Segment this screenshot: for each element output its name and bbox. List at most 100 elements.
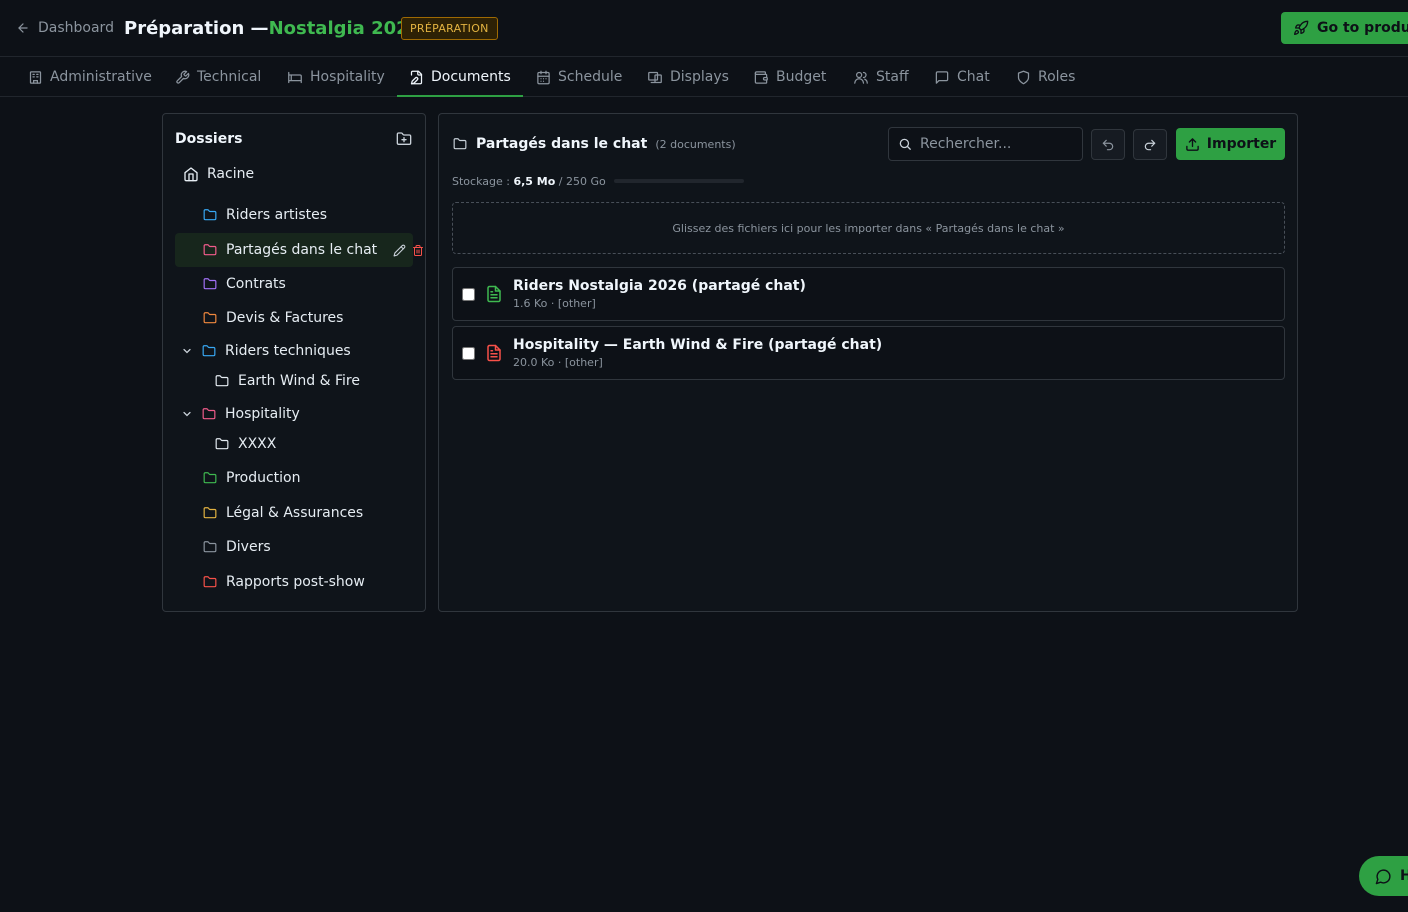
tab-label: Roles [1038,69,1076,85]
storage-usage: Stockage : 6,5 Mo / 250 Go [452,172,744,190]
folder-label: Riders techniques [225,343,351,359]
message-icon [934,70,950,85]
shield-icon [1016,70,1031,85]
users-icon [853,70,869,85]
storage-progress-bar [613,179,744,183]
document-info: Riders Nostalgia 2026 (partagé chat) 1.6… [513,278,806,310]
folder-xxxx[interactable]: XXXX [214,431,276,457]
message-circle-icon [1375,868,1392,885]
document-count: (2 documents) [655,137,736,151]
tab-label: Administrative [50,69,152,85]
folders-panel: Dossiers Racine Riders artistes Partagés… [162,113,426,612]
go-to-production-button[interactable]: Go to product [1281,12,1408,44]
tab-label: Technical [197,69,262,85]
search-field[interactable] [888,127,1083,161]
folder-hospitality[interactable]: Hospitality [181,401,300,427]
import-button[interactable]: Importer [1176,128,1285,160]
status-badge: PRÉPARATION [401,17,498,40]
folder-devis-factures[interactable]: Devis & Factures [202,305,343,331]
folder-label: Earth Wind & Fire [238,373,360,389]
page-title-event: Nostalgia 2026 [268,17,422,39]
back-label: Dashboard [38,20,114,36]
tab-staff[interactable]: Staff [853,57,909,97]
folder-label: Hospitality [225,406,300,422]
tab-label: Hospitality [310,69,385,85]
monitor-icon [647,70,663,85]
calendar-icon [536,70,551,85]
folder-icon [214,374,230,388]
storage-label: Stockage : [452,174,514,188]
chevron-down-icon[interactable] [181,345,193,357]
trash-icon[interactable] [412,244,424,257]
chevron-down-icon[interactable] [181,408,193,420]
building-icon [28,70,43,85]
storage-total: / 250 Go [555,174,606,188]
undo-icon [1101,138,1115,152]
documents-panel: Partagés dans le chat (2 documents) Impo… [438,113,1298,612]
storage-used: 6,5 Mo [513,174,556,188]
tab-administrative[interactable]: Administrative [28,57,152,97]
tab-chat[interactable]: Chat [934,57,990,97]
bed-icon [287,70,303,85]
folder-legal-assurances[interactable]: Légal & Assurances [202,500,363,526]
rocket-icon [1293,20,1309,36]
tab-hospitality[interactable]: Hospitality [287,57,385,97]
folder-icon [202,540,218,554]
folder-root[interactable]: Racine [183,161,254,187]
folder-riders-techniques[interactable]: Riders techniques [181,338,351,364]
folder-icon [202,243,218,257]
tab-documents[interactable]: Documents [397,57,523,97]
import-label: Importer [1206,136,1277,152]
current-folder-title: Partagés dans le chat [476,136,648,152]
search-input[interactable] [920,136,1080,152]
folder-rapports-post-show[interactable]: Rapports post-show [202,569,365,595]
folder-contrats[interactable]: Contrats [202,271,286,297]
folder-production[interactable]: Production [202,465,300,491]
folder-row-actions [393,244,424,257]
folder-label: Légal & Assurances [226,505,364,521]
folder-icon [214,437,230,451]
back-to-dashboard-link[interactable]: Dashboard [16,17,114,39]
tab-technical[interactable]: Technical [175,57,261,97]
new-folder-icon[interactable] [395,131,413,147]
file-text-icon [485,284,503,304]
folders-panel-title: Dossiers [175,131,243,147]
document-checkbox[interactable] [462,346,475,360]
undo-button[interactable] [1091,129,1125,160]
document-row[interactable]: Hospitality — Earth Wind & Fire (partagé… [452,326,1285,380]
folder-earth-wind-fire[interactable]: Earth Wind & Fire [214,368,360,394]
arrow-left-icon [16,21,30,35]
tab-displays[interactable]: Displays [647,57,729,97]
tab-label: Displays [670,69,729,85]
document-name: Riders Nostalgia 2026 (partagé chat) [513,278,806,294]
tab-budget[interactable]: Budget [753,57,826,97]
top-bar: Dashboard Préparation — Nostalgia 2026 P… [0,0,1408,57]
folder-icon [202,208,218,222]
folder-label: Contrats [226,276,286,292]
storage-text: Stockage : 6,5 Mo / 250 Go [452,175,606,188]
folder-label: Devis & Factures [226,310,344,326]
upload-icon [1185,137,1200,152]
folder-riders-artistes[interactable]: Riders artistes [202,202,327,228]
tab-label: Chat [957,69,990,85]
folder-label: Production [226,470,301,486]
tab-roles[interactable]: Roles [1016,57,1075,97]
folder-icon [202,311,218,325]
file-pdf-icon [485,343,503,363]
folder-divers[interactable]: Divers [202,534,271,560]
file-dropzone[interactable]: Glissez des fichiers ici pour les import… [452,202,1285,254]
folder-label: Partagés dans le chat [226,242,378,258]
folder-icon [452,137,468,151]
pencil-icon[interactable] [393,244,406,257]
folder-icon [201,407,217,421]
document-checkbox[interactable] [462,287,475,301]
folders-panel-header: Dossiers [175,128,413,150]
document-meta: 20.0 Ko · [other] [513,356,603,369]
folder-partages-dans-le-chat[interactable]: Partagés dans le chat [175,233,424,267]
help-chat-button[interactable]: H [1359,856,1408,896]
folder-label: XXXX [238,436,277,452]
redo-button[interactable] [1133,129,1167,160]
tab-schedule[interactable]: Schedule [536,57,622,97]
tab-label: Documents [431,69,511,85]
document-row[interactable]: Riders Nostalgia 2026 (partagé chat) 1.6… [452,267,1285,321]
